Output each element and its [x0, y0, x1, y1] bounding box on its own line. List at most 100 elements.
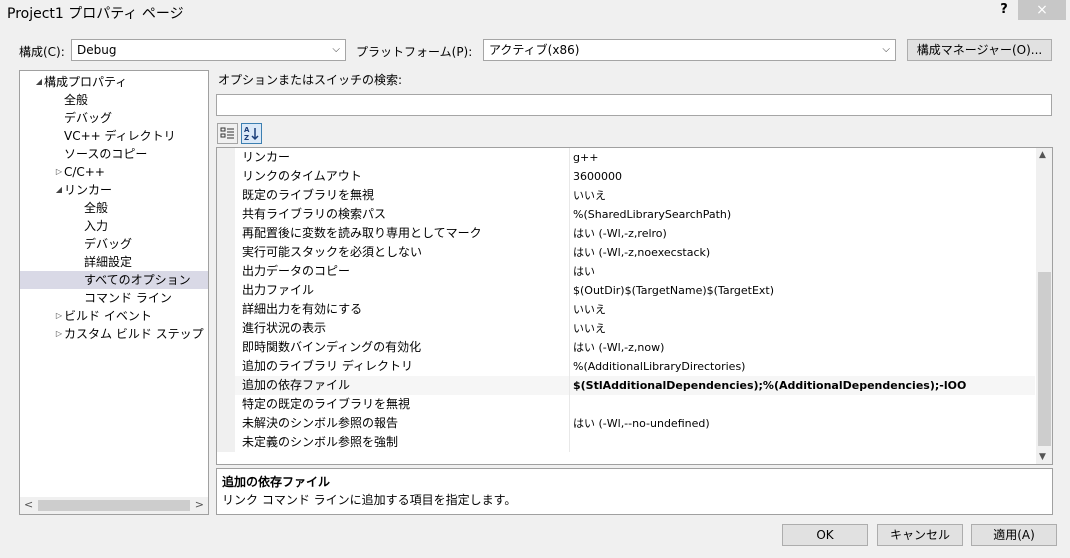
expand-arrow-icon[interactable]: ◢ — [54, 181, 64, 199]
tree-item[interactable]: ◢ 構成プロパティ — [20, 73, 208, 91]
tree-item-label: コマンド ライン — [84, 291, 172, 305]
expand-arrow-icon[interactable]: ◢ — [34, 73, 44, 91]
row-gutter — [217, 186, 235, 205]
property-grid[interactable]: 未定義のシンボル参照を強制 未解決のシンボル参照の報告 はい (-Wl,--no-u… — [216, 147, 1053, 465]
tree-item-label: 全般 — [84, 201, 109, 215]
property-name: 未解決のシンボル参照の報告 — [242, 416, 399, 430]
platform-label: プラットフォーム(P): — [356, 45, 473, 59]
tree-item[interactable]: デバッグ — [20, 235, 208, 253]
property-tree[interactable]: < > ◢ 構成プロパティ 全般 デバッグ VC++ ディレクトリ ソースのコピー ▷ C/C… — [19, 70, 209, 515]
scroll-left-icon[interactable]: < — [24, 498, 33, 511]
property-value[interactable] — [569, 433, 1035, 452]
property-row[interactable]: 即時関数バインディングの有効化 はい (-Wl,-z,now) — [217, 338, 1035, 357]
platform-dropdown[interactable]: アクティブ(x86) ⌵ — [483, 39, 896, 61]
categorized-view-button[interactable] — [217, 123, 238, 144]
configuration-dropdown[interactable]: Debug ⌵ — [71, 39, 346, 61]
tree-item[interactable]: 全般 — [20, 199, 208, 217]
vertical-scrollbar[interactable]: ▲ ▼ — [1036, 148, 1052, 464]
tree-item[interactable]: コマンド ライン — [20, 289, 208, 307]
close-button[interactable]: × — [1018, 0, 1066, 20]
tree-item[interactable]: 全般 — [20, 91, 208, 109]
scrollbar-thumb[interactable] — [38, 500, 190, 511]
row-gutter — [217, 148, 235, 167]
collapse-arrow-icon[interactable]: ▷ — [54, 325, 64, 343]
collapse-arrow-icon[interactable]: ▷ — [54, 307, 64, 325]
window-title: Project1 プロパティ ページ — [7, 6, 184, 22]
property-value[interactable]: $(OutDir)$(TargetName)$(TargetExt) — [569, 281, 1035, 300]
collapse-arrow-icon[interactable]: ▷ — [54, 163, 64, 181]
property-row[interactable]: リンクのタイムアウト 3600000 — [217, 167, 1035, 186]
ok-button[interactable]: OK — [782, 524, 868, 546]
svg-text:Z: Z — [244, 134, 249, 142]
property-value[interactable]: はい (-Wl,-z,now) — [569, 338, 1035, 357]
horizontal-scrollbar[interactable]: < > — [20, 497, 208, 514]
property-row[interactable]: 進行状況の表示 いいえ — [217, 319, 1035, 338]
scroll-down-icon[interactable]: ▼ — [1039, 452, 1046, 462]
property-row[interactable]: 実行可能スタックを必須としない はい (-Wl,-z,noexecstack) — [217, 243, 1035, 262]
property-value[interactable]: %(SharedLibrarySearchPath) — [569, 205, 1035, 224]
property-name: 再配置後に変数を読み取り専用としてマーク — [242, 226, 482, 240]
apply-button[interactable]: 適用(A) — [971, 524, 1057, 546]
tree-item[interactable]: ◢ リンカー — [20, 181, 208, 199]
property-value[interactable]: 3600000 — [569, 167, 1035, 186]
search-label: オプションまたはスイッチの検索: — [218, 73, 403, 87]
row-gutter — [217, 243, 235, 262]
tree-item-label: C/C++ — [64, 165, 105, 179]
property-row[interactable]: 共有ライブラリの検索パス %(SharedLibrarySearchPath) — [217, 205, 1035, 224]
row-gutter — [217, 319, 235, 338]
tree-item[interactable]: デバッグ — [20, 109, 208, 127]
tree-item[interactable]: ▷ C/C++ — [20, 163, 208, 181]
property-row[interactable]: 追加のライブラリ ディレクトリ %(AdditionalLibraryDirect… — [217, 357, 1035, 376]
property-value[interactable]: はい (-Wl,-z,relro) — [569, 224, 1035, 243]
cancel-button[interactable]: キャンセル — [877, 524, 963, 546]
configuration-manager-button[interactable]: 構成マネージャー(O)... — [907, 39, 1052, 61]
tree-item[interactable]: 入力 — [20, 217, 208, 235]
property-value[interactable]: %(AdditionalLibraryDirectories) — [569, 357, 1035, 376]
property-row[interactable]: 再配置後に変数を読み取り専用としてマーク はい (-Wl,-z,relro) — [217, 224, 1035, 243]
title-bar: Project1 プロパティ ページ ? × — [0, 0, 1070, 26]
property-row[interactable]: 出力データのコピー はい — [217, 262, 1035, 281]
row-gutter — [217, 433, 235, 452]
tree-item[interactable]: ▷ カスタム ビルド ステップ — [20, 325, 208, 343]
scroll-up-icon[interactable]: ▲ — [1039, 150, 1046, 160]
property-value[interactable]: g++ — [569, 148, 1035, 167]
property-row[interactable]: 追加の依存ファイル $(StlAdditionalDependencies);%(… — [217, 376, 1035, 395]
property-value[interactable]: いいえ — [569, 319, 1035, 338]
tree-item-label: 構成プロパティ — [44, 75, 128, 89]
platform-value: アクティブ(x86) — [489, 43, 580, 57]
help-button[interactable]: ? — [995, 2, 1013, 20]
property-value[interactable]: はい — [569, 262, 1035, 281]
property-value[interactable]: いいえ — [569, 300, 1035, 319]
alphabetical-sort-button[interactable]: A Z — [241, 123, 262, 144]
tree-item[interactable]: VC++ ディレクトリ — [20, 127, 208, 145]
tree-item-label: デバッグ — [64, 111, 113, 125]
tree-item-label: 全般 — [64, 93, 89, 107]
property-value[interactable]: はい (-Wl,-z,noexecstack) — [569, 243, 1035, 262]
property-row[interactable]: リンカー g++ — [217, 148, 1035, 167]
tree-item-label: 詳細設定 — [84, 255, 133, 269]
property-name: 詳細出力を有効にする — [242, 302, 363, 316]
property-row[interactable]: 詳細出力を有効にする いいえ — [217, 300, 1035, 319]
property-row[interactable]: 特定の既定のライブラリを無視 — [217, 395, 1035, 414]
property-row[interactable]: 未定義のシンボル参照を強制 — [217, 433, 1035, 452]
property-value[interactable]: いいえ — [569, 186, 1035, 205]
property-value[interactable]: はい (-Wl,--no-undefined) — [569, 414, 1035, 433]
tree-item[interactable]: すべてのオプション — [20, 271, 208, 289]
tree-item[interactable]: ソースのコピー — [20, 145, 208, 163]
property-row[interactable]: 既定のライブラリを無視 いいえ — [217, 186, 1035, 205]
tree-item[interactable]: 詳細設定 — [20, 253, 208, 271]
property-row[interactable]: 出力ファイル $(OutDir)$(TargetName)$(TargetExt) — [217, 281, 1035, 300]
scroll-right-icon[interactable]: > — [195, 498, 204, 511]
svg-text:A: A — [244, 126, 250, 134]
property-row[interactable]: 未解決のシンボル参照の報告 はい (-Wl,--no-undefined) — [217, 414, 1035, 433]
configuration-value: Debug — [77, 43, 117, 57]
search-input[interactable] — [216, 94, 1052, 116]
tree-item-label: カスタム ビルド ステップ — [64, 327, 204, 341]
property-value[interactable]: $(StlAdditionalDependencies);%(Additiona… — [569, 376, 1035, 395]
row-gutter — [217, 281, 235, 300]
property-name: 出力ファイル — [242, 283, 315, 297]
scrollbar-thumb[interactable] — [1038, 272, 1051, 446]
tree-item[interactable]: ▷ ビルド イベント — [20, 307, 208, 325]
row-gutter — [217, 205, 235, 224]
property-value[interactable] — [569, 395, 1035, 414]
